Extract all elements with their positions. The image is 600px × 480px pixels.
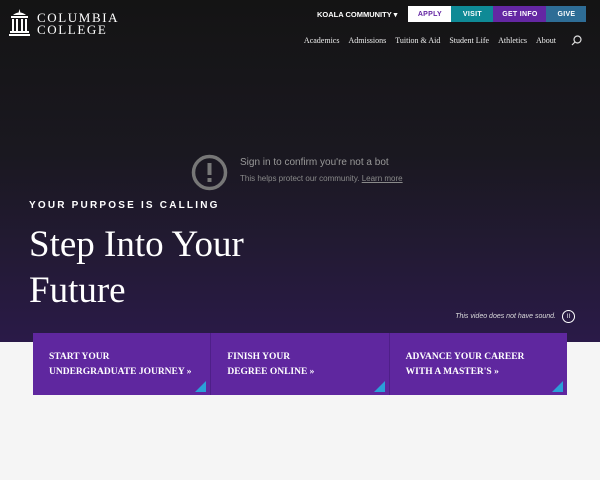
nav-academics[interactable]: Academics (304, 36, 340, 45)
main-nav: Academics Admissions Tuition & Aid Stude… (304, 35, 582, 46)
nav-student-life[interactable]: Student Life (449, 36, 489, 45)
card-line1: ADVANCE YOUR CAREER (405, 352, 525, 362)
apply-button[interactable]: APPLY (408, 6, 452, 22)
nav-tuition-aid[interactable]: Tuition & Aid (395, 36, 440, 45)
card-undergraduate[interactable]: START YOUR UNDERGRADUATE JOURNEY » (33, 333, 212, 395)
no-sound-text: This video does not have sound. (455, 313, 556, 320)
learn-more-link[interactable]: Learn more (362, 174, 403, 183)
bot-check-title: Sign in to confirm you're not a bot (240, 157, 389, 168)
sound-note: This video does not have sound. II (455, 310, 575, 323)
hero-eyebrow: YOUR PURPOSE IS CALLING (29, 200, 220, 211)
alert-icon (191, 154, 228, 191)
visit-button[interactable]: VISIT (451, 6, 494, 22)
koala-community-dropdown[interactable]: KOALA COMMUNITY ▾ (317, 10, 397, 19)
nav-admissions[interactable]: Admissions (348, 36, 386, 45)
search-icon[interactable] (571, 35, 582, 46)
headline-line2: Future (29, 270, 126, 311)
pathway-cards: START YOUR UNDERGRADUATE JOURNEY » FINISH… (33, 333, 567, 395)
hero-headline: Step Into Your Future (29, 222, 329, 314)
nav-athletics[interactable]: Athletics (498, 36, 527, 45)
bot-check-message: Sign in to confirm you're not a bot This… (191, 154, 403, 191)
nav-about[interactable]: About (536, 36, 556, 45)
corner-triangle-icon (551, 381, 563, 392)
corner-triangle-icon (373, 381, 385, 392)
hero-video: COLUMBIA COLLEGE KOALA COMMUNITY ▾ APPLY … (0, 0, 600, 342)
card-online-degree[interactable]: FINISH YOUR DEGREE ONLINE » (211, 333, 390, 395)
card-line1: FINISH YOUR (227, 352, 291, 362)
corner-triangle-icon (195, 381, 207, 392)
college-logo[interactable]: COLUMBIA COLLEGE (9, 9, 119, 39)
get-info-button[interactable]: GET INFO (493, 6, 547, 22)
give-button[interactable]: GIVE (546, 6, 587, 22)
pause-icon[interactable]: II (562, 310, 575, 323)
bot-check-subtitle: This helps protect our community. (240, 174, 360, 183)
logo-line2: COLLEGE (37, 22, 108, 37)
card-masters[interactable]: ADVANCE YOUR CAREER WITH A MASTER'S » (389, 333, 567, 395)
utility-bar: KOALA COMMUNITY ▾ APPLY VISIT GET INFO G… (317, 6, 587, 22)
card-line2: DEGREE ONLINE » (227, 367, 315, 377)
columns-logo-icon (9, 9, 30, 36)
headline-line1: Step Into Your (29, 224, 244, 265)
card-line2: UNDERGRADUATE JOURNEY » (49, 367, 192, 377)
card-line2: WITH A MASTER'S » (405, 367, 499, 377)
card-line1: START YOUR (49, 352, 110, 362)
